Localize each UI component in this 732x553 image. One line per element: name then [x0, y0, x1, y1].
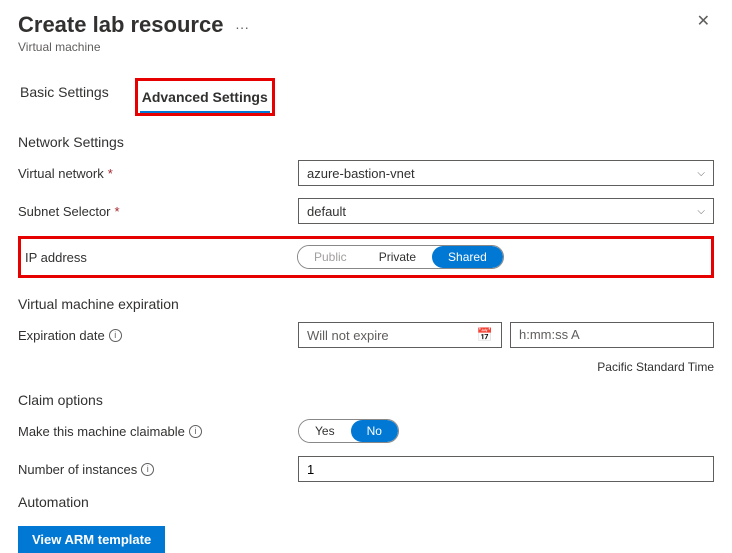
- vm-expiration-heading: Virtual machine expiration: [18, 296, 714, 312]
- calendar-icon[interactable]: 📅: [477, 327, 493, 343]
- ip-address-label: IP address: [25, 250, 297, 265]
- ip-option-private[interactable]: Private: [363, 246, 432, 268]
- claimable-yes[interactable]: Yes: [299, 420, 351, 442]
- claimable-label: Make this machine claimable i: [18, 424, 298, 439]
- virtual-network-value: azure-bastion-vnet: [307, 166, 415, 181]
- network-settings-heading: Network Settings: [18, 134, 714, 150]
- instances-label: Number of instances i: [18, 462, 298, 477]
- close-icon[interactable]: ✕: [693, 12, 714, 32]
- ip-address-highlight: IP address Public Private Shared: [18, 236, 714, 278]
- more-icon[interactable]: ···: [235, 19, 249, 35]
- tab-basic-settings[interactable]: Basic Settings: [18, 78, 111, 116]
- ip-address-toggle: Public Private Shared: [297, 245, 504, 269]
- subnet-value: default: [307, 204, 346, 219]
- expiration-date-input[interactable]: Will not expire 📅: [298, 322, 502, 348]
- info-icon[interactable]: i: [189, 425, 202, 438]
- tab-advanced-highlight: Advanced Settings: [135, 78, 275, 116]
- info-icon[interactable]: i: [109, 329, 122, 342]
- subnet-selector-label: Subnet Selector *: [18, 204, 298, 219]
- claim-options-heading: Claim options: [18, 392, 714, 408]
- chevron-down-icon: ⌵: [697, 206, 705, 217]
- tab-bar: Basic Settings Advanced Settings: [18, 78, 714, 116]
- page-subtitle: Virtual machine: [18, 40, 249, 54]
- virtual-network-label: Virtual network *: [18, 166, 298, 181]
- expiration-time-input[interactable]: h:mm:ss A: [510, 322, 714, 348]
- expiration-date-label: Expiration date i: [18, 328, 298, 343]
- instances-input[interactable]: [298, 456, 714, 482]
- automation-heading: Automation: [18, 494, 714, 510]
- chevron-down-icon: ⌵: [697, 168, 705, 179]
- claimable-no[interactable]: No: [351, 420, 398, 442]
- page-title: Create lab resource: [18, 12, 223, 37]
- info-icon[interactable]: i: [141, 463, 154, 476]
- virtual-network-select[interactable]: azure-bastion-vnet ⌵: [298, 160, 714, 186]
- claimable-toggle: Yes No: [298, 419, 399, 443]
- timezone-label: Pacific Standard Time: [18, 360, 714, 374]
- expiration-date-placeholder: Will not expire: [307, 328, 389, 343]
- tab-advanced-settings[interactable]: Advanced Settings: [140, 83, 270, 113]
- ip-option-public[interactable]: Public: [298, 246, 363, 268]
- view-arm-template-button[interactable]: View ARM template: [18, 526, 165, 553]
- ip-option-shared[interactable]: Shared: [432, 246, 503, 268]
- subnet-select[interactable]: default ⌵: [298, 198, 714, 224]
